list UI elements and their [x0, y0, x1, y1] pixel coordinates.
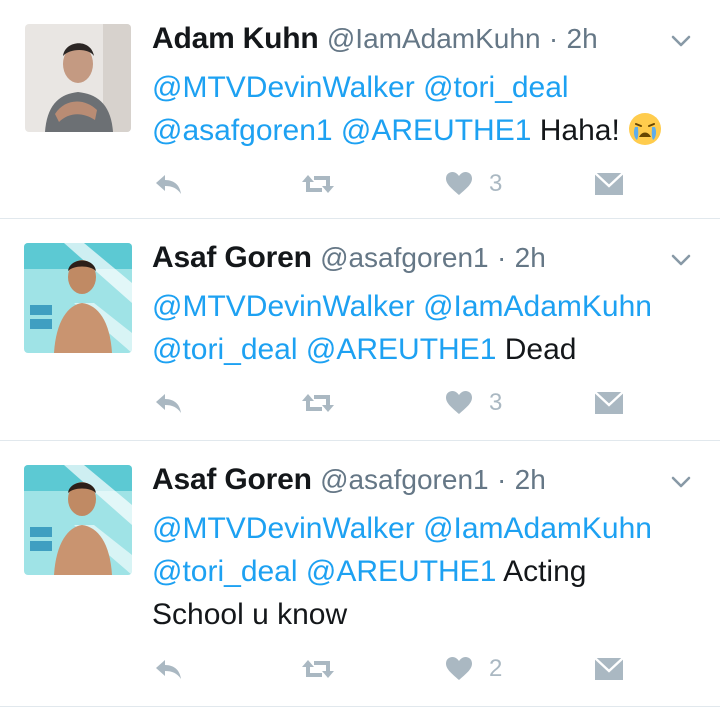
timestamp[interactable]: 2h — [567, 23, 598, 54]
retweet-icon — [302, 394, 334, 412]
tweet-message: Haha! — [539, 114, 620, 147]
avatar[interactable] — [24, 465, 132, 575]
mention-link[interactable]: @tori_deal — [423, 71, 569, 104]
tweet-header: Adam Kuhn @IamAdamKuhn · 2h — [152, 22, 598, 56]
tweet-text: @MTVDevinWalker @IamAdamKuhn @tori_deal … — [152, 507, 697, 636]
retweet-button[interactable] — [300, 166, 336, 202]
direct-message-button[interactable] — [594, 651, 624, 687]
timestamp[interactable]: 2h — [515, 242, 546, 273]
user-handle[interactable]: @IamAdamKuhn — [327, 23, 541, 54]
retweet-icon — [302, 660, 334, 678]
reply-icon — [156, 175, 181, 194]
like-button[interactable]: 2 — [445, 651, 502, 687]
heart-icon — [446, 391, 472, 414]
mention-link[interactable]: @AREUTHE1 — [306, 555, 497, 588]
like-button[interactable]: 3 — [445, 166, 502, 202]
retweet-button[interactable] — [300, 651, 336, 687]
chevron-down-icon[interactable] — [670, 471, 692, 493]
direct-message-icon — [594, 391, 624, 414]
reply-button[interactable] — [154, 651, 184, 687]
display-name[interactable]: Asaf Goren — [152, 241, 312, 274]
tweet-actions: 3 — [152, 166, 632, 202]
heart-icon — [446, 657, 472, 680]
mention-link[interactable]: @IamAdamKuhn — [423, 290, 652, 323]
tweet-message-line2: School u know — [152, 598, 348, 631]
separator-dot: · — [496, 464, 507, 495]
tweet-actions: 2 — [152, 651, 632, 687]
separator-dot: · — [496, 242, 507, 273]
reply-button[interactable] — [154, 385, 184, 421]
like-count: 2 — [489, 655, 503, 682]
direct-message-icon — [594, 657, 624, 680]
mention-link[interactable]: @tori_deal — [152, 555, 298, 588]
tweet[interactable]: Asaf Goren @asafgoren1 · 2h @MTVDevinWal… — [0, 219, 720, 441]
mention-link[interactable]: @tori_deal — [152, 333, 298, 366]
tweet-text: @MTVDevinWalker @tori_deal @asafgoren1 @… — [152, 66, 697, 158]
mention-link[interactable]: @asafgoren1 — [152, 114, 333, 147]
display-name[interactable]: Adam Kuhn — [152, 22, 319, 55]
reply-icon — [156, 660, 181, 679]
direct-message-button[interactable] — [594, 385, 624, 421]
like-count: 3 — [489, 389, 503, 416]
display-name[interactable]: Asaf Goren — [152, 463, 312, 496]
tweet-message-line1: Acting — [503, 555, 587, 588]
crying-face-emoji — [628, 112, 662, 158]
retweet-button[interactable] — [300, 385, 336, 421]
avatar[interactable] — [24, 243, 132, 353]
tweet-header: Asaf Goren @asafgoren1 · 2h — [152, 463, 546, 497]
tweet-actions: 3 — [152, 385, 632, 421]
reply-button[interactable] — [154, 166, 184, 202]
timeline: Adam Kuhn @IamAdamKuhn · 2h @MTVDevinWal… — [0, 0, 720, 707]
tweet-header: Asaf Goren @asafgoren1 · 2h — [152, 241, 546, 275]
avatar[interactable] — [25, 24, 131, 132]
retweet-icon — [302, 175, 334, 193]
like-count: 3 — [489, 170, 503, 197]
heart-icon — [446, 172, 472, 195]
user-handle[interactable]: @asafgoren1 — [320, 242, 489, 273]
tweet-text: @MTVDevinWalker @IamAdamKuhn @tori_deal … — [152, 285, 697, 371]
mention-link[interactable]: @IamAdamKuhn — [423, 512, 652, 545]
mention-link[interactable]: @AREUTHE1 — [341, 114, 532, 147]
mention-link[interactable]: @MTVDevinWalker — [152, 71, 415, 104]
separator-dot: · — [548, 23, 559, 54]
tweet[interactable]: Asaf Goren @asafgoren1 · 2h @MTVDevinWal… — [0, 441, 720, 707]
tweet-message: Dead — [504, 333, 577, 366]
tweet[interactable]: Adam Kuhn @IamAdamKuhn · 2h @MTVDevinWal… — [0, 0, 720, 219]
reply-icon — [156, 394, 181, 413]
mention-link[interactable]: @AREUTHE1 — [306, 333, 497, 366]
mention-link[interactable]: @MTVDevinWalker — [152, 512, 415, 545]
chevron-down-icon[interactable] — [670, 249, 692, 271]
mention-link[interactable]: @MTVDevinWalker — [152, 290, 415, 323]
direct-message-button[interactable] — [594, 166, 624, 202]
chevron-down-icon[interactable] — [670, 30, 692, 52]
timestamp[interactable]: 2h — [515, 464, 546, 495]
like-button[interactable]: 3 — [445, 385, 502, 421]
user-handle[interactable]: @asafgoren1 — [320, 464, 489, 495]
direct-message-icon — [594, 172, 624, 195]
